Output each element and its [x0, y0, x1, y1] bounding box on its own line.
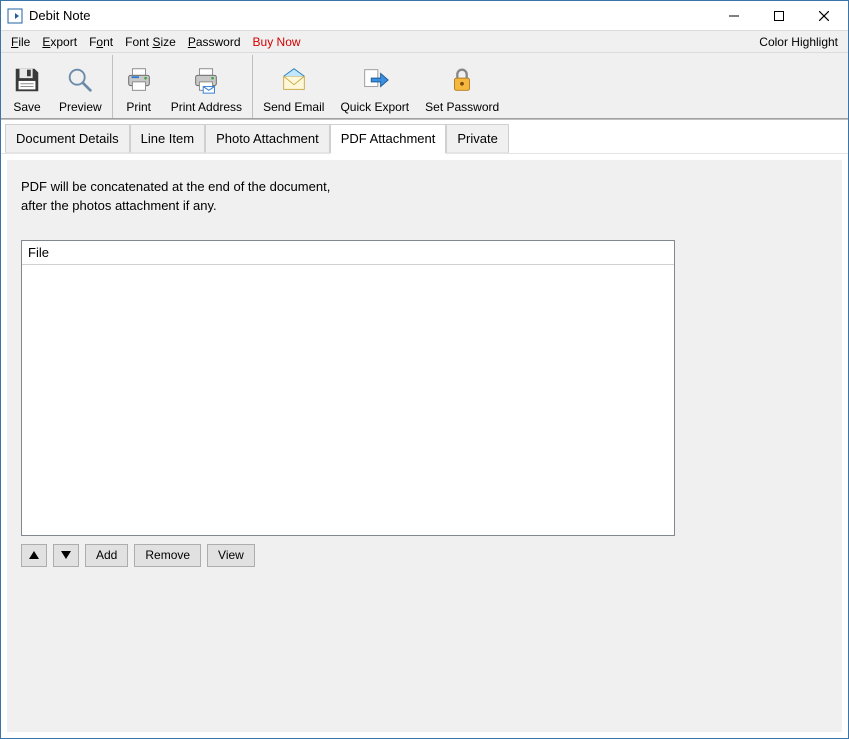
preview-button[interactable]: Preview — [51, 55, 110, 118]
send-email-button[interactable]: Send Email — [255, 55, 332, 118]
set-password-button[interactable]: Set Password — [417, 55, 507, 118]
menu-export[interactable]: Export — [36, 33, 83, 51]
menu-password[interactable]: Password — [182, 33, 247, 51]
tab-document-details[interactable]: Document Details — [5, 124, 130, 153]
view-button[interactable]: View — [207, 544, 255, 567]
menu-buy-now[interactable]: Buy Now — [247, 33, 307, 51]
triangle-down-icon — [60, 550, 72, 560]
file-column-header[interactable]: File — [22, 241, 674, 265]
menu-color-highlight[interactable]: Color Highlight — [753, 33, 844, 51]
save-icon — [11, 64, 43, 96]
remove-button[interactable]: Remove — [134, 544, 201, 567]
file-list[interactable]: File — [21, 240, 675, 536]
printer-icon — [123, 64, 155, 96]
toolbar: Save Preview — [1, 53, 848, 119]
print-button[interactable]: Print — [115, 55, 163, 118]
minimize-button[interactable] — [711, 2, 756, 30]
envelope-icon — [278, 64, 310, 96]
magnifier-icon — [64, 64, 96, 96]
menu-font-size[interactable]: Font Size — [119, 33, 182, 51]
file-list-actions: Add Remove View — [21, 544, 828, 567]
print-address-button[interactable]: Print Address — [163, 55, 250, 118]
tab-private[interactable]: Private — [446, 124, 508, 153]
move-down-button[interactable] — [53, 544, 79, 567]
maximize-button[interactable] — [756, 2, 801, 30]
move-up-button[interactable] — [21, 544, 47, 567]
content-area: Document Details Line Item Photo Attachm… — [1, 119, 848, 738]
lock-icon — [446, 64, 478, 96]
tab-line-item[interactable]: Line Item — [130, 124, 205, 153]
tab-pdf-attachment[interactable]: PDF Attachment — [330, 124, 447, 154]
menu-file[interactable]: File — [5, 33, 36, 51]
tool-group-actions: Send Email Quick Export — [253, 55, 509, 118]
menu-bar: File Export Font Font Size Password Buy … — [1, 31, 848, 53]
tab-content-pdf: PDF will be concatenated at the end of t… — [7, 160, 842, 732]
add-button[interactable]: Add — [85, 544, 128, 567]
window-title: Debit Note — [29, 8, 711, 23]
tab-strip: Document Details Line Item Photo Attachm… — [1, 120, 848, 154]
window-controls — [711, 2, 846, 30]
save-button[interactable]: Save — [3, 55, 51, 118]
close-button[interactable] — [801, 2, 846, 30]
tool-group-print: Print Print Address — [113, 55, 253, 118]
title-bar: Debit Note — [1, 1, 848, 31]
app-window: Debit Note File Export Font Font Size Pa… — [0, 0, 849, 739]
pdf-info-text: PDF will be concatenated at the end of t… — [21, 178, 828, 216]
printer-address-icon — [190, 64, 222, 96]
triangle-up-icon — [28, 550, 40, 560]
quick-export-button[interactable]: Quick Export — [332, 55, 417, 118]
export-arrow-icon — [359, 64, 391, 96]
tab-photo-attachment[interactable]: Photo Attachment — [205, 124, 330, 153]
app-icon — [7, 8, 23, 24]
menu-font[interactable]: Font — [83, 33, 119, 51]
tool-group-file: Save Preview — [1, 55, 113, 118]
